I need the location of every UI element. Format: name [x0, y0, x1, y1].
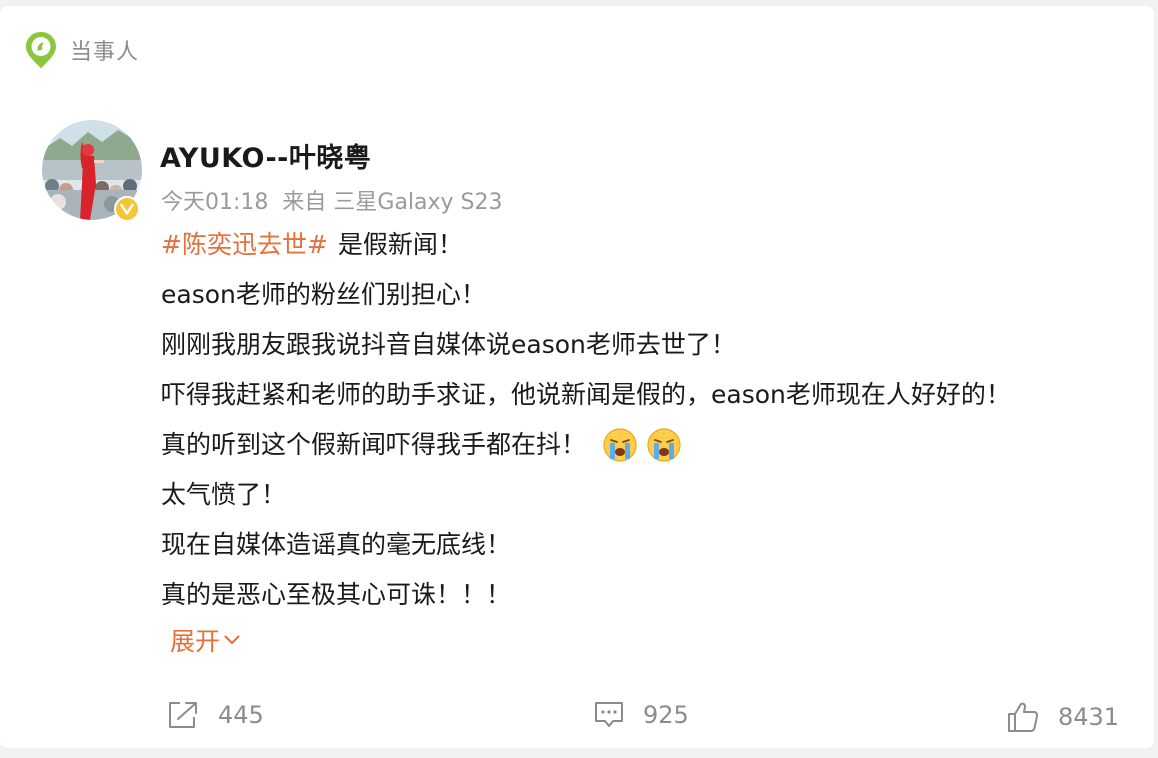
post-line: eason老师的粉丝们别担心！ — [161, 270, 1141, 320]
post-line: 吓得我赶紧和老师的助手求证，他说新闻是假的，eason老师现在人好好的！ — [161, 370, 1141, 420]
post-line: 真的听到这个假新闻吓得我手都在抖！ — [161, 420, 1141, 470]
share-button[interactable]: 445 — [166, 700, 264, 730]
post-text: 真的是恶心至极其心可诛！！！ — [161, 580, 512, 609]
post-text: 真的听到这个假新闻吓得我手都在抖！ — [161, 430, 587, 459]
post-text: eason老师的粉丝们别担心！ — [161, 280, 486, 309]
comment-button[interactable]: 925 — [593, 700, 689, 730]
avatar[interactable] — [42, 120, 142, 222]
post-meta: 今天01:18 来自 三星Galaxy S23 — [161, 184, 503, 216]
share-icon — [169, 702, 197, 728]
section-header: 当事人 — [24, 30, 139, 70]
thumbs-up-icon — [1008, 702, 1039, 732]
post-line: 真的是恶心至极其心可诛！！！ — [161, 570, 1141, 620]
post-card: 当事人 AYUKO--叶晓粤 今天01:18 来自 三星Galaxy S23 #… — [0, 6, 1154, 748]
comment-count: 925 — [643, 701, 689, 729]
verified-badge-icon — [114, 196, 140, 222]
author-name[interactable]: AYUKO--叶晓粤 — [160, 136, 371, 175]
post-line: 太气愤了！ — [161, 470, 1141, 520]
location-pin-icon — [26, 32, 56, 69]
expand-label: 展开 — [170, 627, 221, 656]
comment-icon — [595, 702, 623, 727]
action-bar: 445 925 8431 — [0, 694, 1154, 744]
post-text: 是假新闻！ — [337, 230, 463, 259]
section-label: 当事人 — [70, 40, 140, 65]
post-line: #陈奕迅去世# 是假新闻！ — [161, 220, 1141, 270]
post-line: 现在自媒体造谣真的毫无底线！ — [161, 520, 1141, 570]
chevron-down-icon — [224, 635, 240, 644]
expand-button[interactable]: 展开 — [170, 622, 240, 658]
post-time: 今天01:18 — [161, 190, 269, 215]
crying-face-icon — [647, 428, 681, 462]
post-text: 刚刚我朋友跟我说抖音自媒体说eason老师去世了！ — [161, 330, 736, 359]
post-source: 来自 三星Galaxy S23 — [282, 190, 503, 215]
post-body: #陈奕迅去世# 是假新闻！ eason老师的粉丝们别担心！ 刚刚我朋友跟我说抖音自… — [161, 220, 1141, 620]
post-text: 吓得我赶紧和老师的助手求证，他说新闻是假的，eason老师现在人好好的！ — [161, 380, 1011, 409]
hashtag-link[interactable]: #陈奕迅去世# — [161, 222, 328, 268]
like-count: 8431 — [1058, 703, 1120, 731]
like-button[interactable]: 8431 — [1006, 700, 1119, 734]
crying-face-icon — [603, 428, 637, 462]
share-count: 445 — [218, 701, 264, 729]
post-line: 刚刚我朋友跟我说抖音自媒体说eason老师去世了！ — [161, 320, 1141, 370]
post-text: 太气愤了！ — [161, 480, 287, 509]
post-text: 现在自媒体造谣真的毫无底线！ — [161, 530, 512, 559]
